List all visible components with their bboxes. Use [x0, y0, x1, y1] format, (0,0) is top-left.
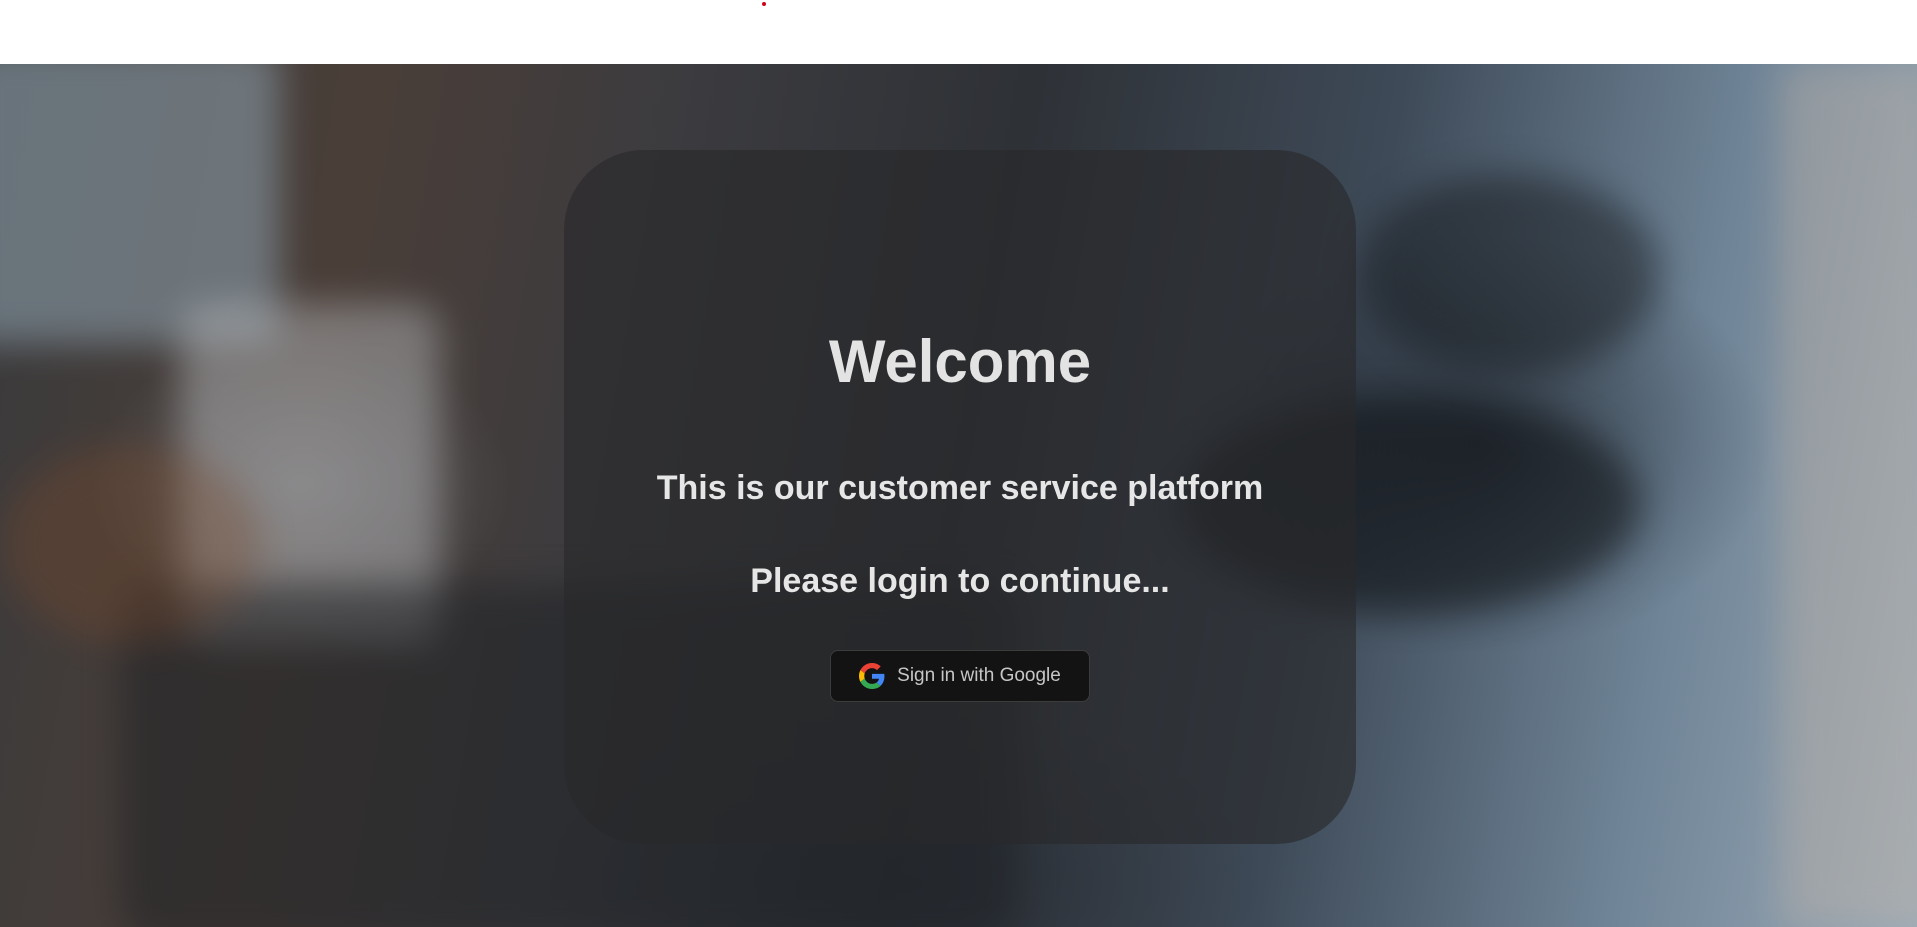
google-signin-button[interactable]: Sign in with Google [830, 650, 1090, 702]
indicator-dot [762, 2, 766, 6]
bg-shape [0, 444, 260, 644]
top-bar [0, 0, 1917, 64]
bg-shape [0, 64, 280, 344]
platform-subtitle: This is our customer service platform [656, 469, 1264, 507]
bg-shape [1780, 64, 1917, 927]
welcome-title: Welcome [828, 328, 1092, 395]
background-image: Welcome This is our customer service pla… [0, 64, 1917, 927]
bg-shape [1360, 174, 1660, 374]
google-signin-label: Sign in with Google [897, 665, 1061, 686]
login-prompt: Please login to continue... [750, 562, 1170, 600]
google-icon [859, 663, 885, 689]
login-card: Welcome This is our customer service pla… [564, 150, 1356, 844]
